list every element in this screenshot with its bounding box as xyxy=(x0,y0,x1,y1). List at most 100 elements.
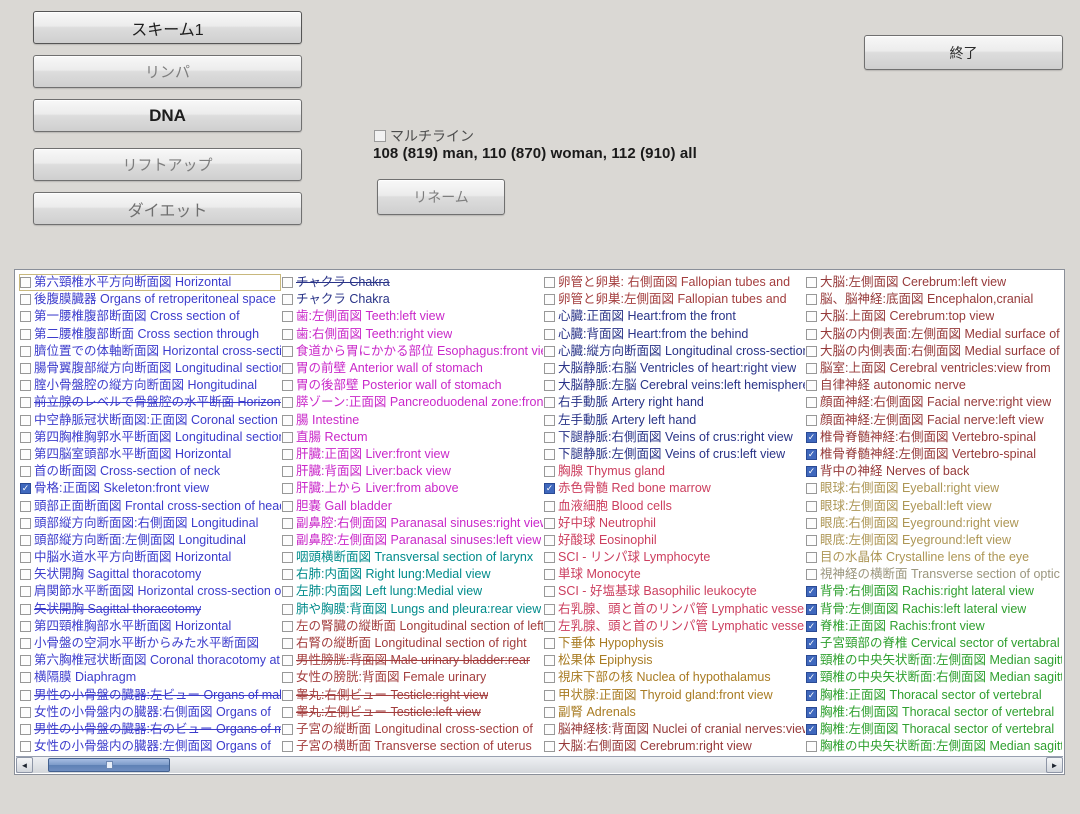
checkbox-unchecked-icon[interactable] xyxy=(806,346,817,357)
checkbox-unchecked-icon[interactable] xyxy=(544,432,555,443)
diet-button[interactable]: ダイエット xyxy=(33,192,302,225)
checkbox-unchecked-icon[interactable] xyxy=(20,380,31,391)
dna-button[interactable]: DNA xyxy=(33,99,302,132)
checkbox-unchecked-icon[interactable] xyxy=(806,329,817,340)
checkbox-unchecked-icon[interactable] xyxy=(544,552,555,563)
list-item[interactable]: 左乳腺、頭と首のリンパ管 Lymphatic vessels of xyxy=(543,618,805,635)
list-item[interactable]: SCI - リンパ球 Lymphocyte xyxy=(543,549,805,566)
list-item[interactable]: 第六頸椎水平方向断面図 Horizontal xyxy=(19,274,281,291)
list-item[interactable]: 視神経の横断面 Transverse section of optic xyxy=(805,566,1062,583)
checkbox-unchecked-icon[interactable] xyxy=(282,483,293,494)
list-item[interactable]: 副鼻腔:左側面図 Paranasal sinuses:left view xyxy=(281,532,543,549)
list-item[interactable]: 左の腎臓の縦断面 Longitudinal section of left xyxy=(281,618,543,635)
list-item[interactable]: 肺や胸膜:背面図 Lungs and pleura:rear view xyxy=(281,601,543,618)
list-item[interactable]: 大脳静脈:左脳 Cerebral veins:left hemisphere xyxy=(543,377,805,394)
list-item[interactable]: ✓頸椎の中央矢状断面:左側面図 Median sagittal xyxy=(805,652,1062,669)
list-item[interactable]: チャクラ Chakra xyxy=(281,274,543,291)
checkbox-checked-icon[interactable]: ✓ xyxy=(806,672,817,683)
list-item[interactable]: 小骨盤の空洞水平断からみた水平断面図 xyxy=(19,635,281,652)
list-item[interactable]: 眼球:左側面図 Eyeball:left view xyxy=(805,497,1062,514)
list-item[interactable]: 前立腺のレベルで骨盤腔の水平断面 Horizontal xyxy=(19,394,281,411)
checkbox-checked-icon[interactable]: ✓ xyxy=(806,707,817,718)
checkbox-unchecked-icon[interactable] xyxy=(282,672,293,683)
checkbox-unchecked-icon[interactable] xyxy=(282,621,293,632)
rename-button[interactable]: リネーム xyxy=(377,179,505,215)
checkbox-unchecked-icon[interactable] xyxy=(20,518,31,529)
list-item[interactable]: 第四頸椎胸部水平断面図 Horizontal xyxy=(19,618,281,635)
checkbox-checked-icon[interactable]: ✓ xyxy=(806,724,817,735)
list-item[interactable]: 心臓:背面図 Heart:from the behind xyxy=(543,326,805,343)
checkbox-unchecked-icon[interactable] xyxy=(806,363,817,374)
list-item[interactable]: 咽頭横断面図 Transversal section of larynx xyxy=(281,549,543,566)
multiline-option[interactable]: マルチライン xyxy=(374,126,474,146)
list-item[interactable]: 眼球:右側面図 Eyeball:right view xyxy=(805,480,1062,497)
list-item[interactable]: 右腎の縦断面 Longitudinal section of right xyxy=(281,635,543,652)
list-item[interactable]: 右手動脈 Artery right hand xyxy=(543,394,805,411)
list-item[interactable]: 好中球 Neutrophil xyxy=(543,515,805,532)
checkbox-unchecked-icon[interactable] xyxy=(806,415,817,426)
list-item[interactable]: 中脳水道水平方向断面図 Horizontal xyxy=(19,549,281,566)
list-item[interactable]: 第六胸椎冠状断面図 Coronal thoracotomy at xyxy=(19,652,281,669)
checkbox-unchecked-icon[interactable] xyxy=(282,277,293,288)
list-item[interactable]: 視床下部の核 Nuclea of hypothalamus xyxy=(543,669,805,686)
list-item[interactable]: 肝臓:背面図 Liver:back view xyxy=(281,463,543,480)
list-item[interactable]: 胆嚢 Gall bladder xyxy=(281,497,543,514)
list-item[interactable]: 頭部正面断面図 Frontal cross-section of head xyxy=(19,497,281,514)
list-item[interactable]: 胃の後部壁 Posterior wall of stomach xyxy=(281,377,543,394)
scrollbar-thumb[interactable] xyxy=(48,758,170,772)
checkbox-unchecked-icon[interactable] xyxy=(544,466,555,477)
list-item[interactable]: 男性の小骨盤の臓器:左ビュー Organs of male xyxy=(19,687,281,704)
list-item[interactable]: ✓赤色骨髄 Red bone marrow xyxy=(543,480,805,497)
list-item[interactable]: 頭部縦方向断面図:右側面図 Longitudinal xyxy=(19,515,281,532)
list-item[interactable]: 女性の小骨盤内の臓器:左側面図 Organs of xyxy=(19,738,281,755)
checkbox-unchecked-icon[interactable] xyxy=(20,535,31,546)
checkbox-checked-icon[interactable]: ✓ xyxy=(806,586,817,597)
checkbox-unchecked-icon[interactable] xyxy=(20,707,31,718)
list-item[interactable]: 左手動脈 Artery left hand xyxy=(543,412,805,429)
checkbox-checked-icon[interactable]: ✓ xyxy=(806,449,817,460)
list-item[interactable]: 肝臓:正面図 Liver:front view xyxy=(281,446,543,463)
list-item[interactable]: 肝臓:上から Liver:from above xyxy=(281,480,543,497)
multiline-checkbox[interactable] xyxy=(374,130,386,142)
list-item[interactable]: 顔面神経:左側面図 Facial nerve:left view xyxy=(805,412,1062,429)
checkbox-unchecked-icon[interactable] xyxy=(282,604,293,615)
list-item[interactable]: 中空静脈冠状断面図:正面図 Coronal section xyxy=(19,412,281,429)
checkbox-unchecked-icon[interactable] xyxy=(20,277,31,288)
checkbox-checked-icon[interactable]: ✓ xyxy=(806,466,817,477)
checkbox-unchecked-icon[interactable] xyxy=(544,277,555,288)
checkbox-checked-icon[interactable]: ✓ xyxy=(20,483,31,494)
checkbox-unchecked-icon[interactable] xyxy=(544,449,555,460)
checkbox-unchecked-icon[interactable] xyxy=(20,363,31,374)
checkbox-unchecked-icon[interactable] xyxy=(544,363,555,374)
checkbox-unchecked-icon[interactable] xyxy=(20,655,31,666)
list-item[interactable]: 好酸球 Eosinophil xyxy=(543,532,805,549)
list-item[interactable]: 臍位置での体軸断面図 Horizontal cross-section xyxy=(19,343,281,360)
checkbox-checked-icon[interactable]: ✓ xyxy=(806,655,817,666)
list-item[interactable]: 心臓:縦方向断面図 Longitudinal cross-section xyxy=(543,343,805,360)
checkbox-unchecked-icon[interactable] xyxy=(282,432,293,443)
list-item[interactable]: ✓胸椎:正面図 Thoracal sector of vertebral xyxy=(805,687,1062,704)
list-item[interactable]: ✓胸椎:左側面図 Thoracal sector of vertebral xyxy=(805,721,1062,738)
list-item[interactable]: 左肺:内面図 Left lung:Medial view xyxy=(281,583,543,600)
list-item[interactable]: 第四脳室頭部水平断面図 Horizontal xyxy=(19,446,281,463)
list-item[interactable]: 腸骨翼腹部縦方向断面図 Longitudinal section xyxy=(19,360,281,377)
checkbox-unchecked-icon[interactable] xyxy=(544,329,555,340)
list-item[interactable]: 脳、脳神経:底面図 Encephalon,cranial xyxy=(805,291,1062,308)
checkbox-unchecked-icon[interactable] xyxy=(282,397,293,408)
checkbox-unchecked-icon[interactable] xyxy=(20,638,31,649)
checkbox-unchecked-icon[interactable] xyxy=(544,346,555,357)
list-item[interactable]: ✓骨格:正面図 Skeleton:front view xyxy=(19,480,281,497)
list-item[interactable]: 後腹膜臓器 Organs of retroperitoneal space xyxy=(19,291,281,308)
checkbox-unchecked-icon[interactable] xyxy=(544,518,555,529)
list-item[interactable]: 卵管と卵巣:左側面図 Fallopian tubes and xyxy=(543,291,805,308)
list-item[interactable]: 脳神経核:背面図 Nuclei of cranial nerves:view xyxy=(543,721,805,738)
checkbox-unchecked-icon[interactable] xyxy=(20,690,31,701)
list-item[interactable]: 単球 Monocyte xyxy=(543,566,805,583)
checkbox-unchecked-icon[interactable] xyxy=(20,329,31,340)
checkbox-unchecked-icon[interactable] xyxy=(282,690,293,701)
checkbox-unchecked-icon[interactable] xyxy=(282,655,293,666)
checkbox-unchecked-icon[interactable] xyxy=(20,432,31,443)
scroll-left-arrow-icon[interactable]: ◄ xyxy=(16,757,33,773)
checkbox-unchecked-icon[interactable] xyxy=(20,672,31,683)
checkbox-unchecked-icon[interactable] xyxy=(282,466,293,477)
